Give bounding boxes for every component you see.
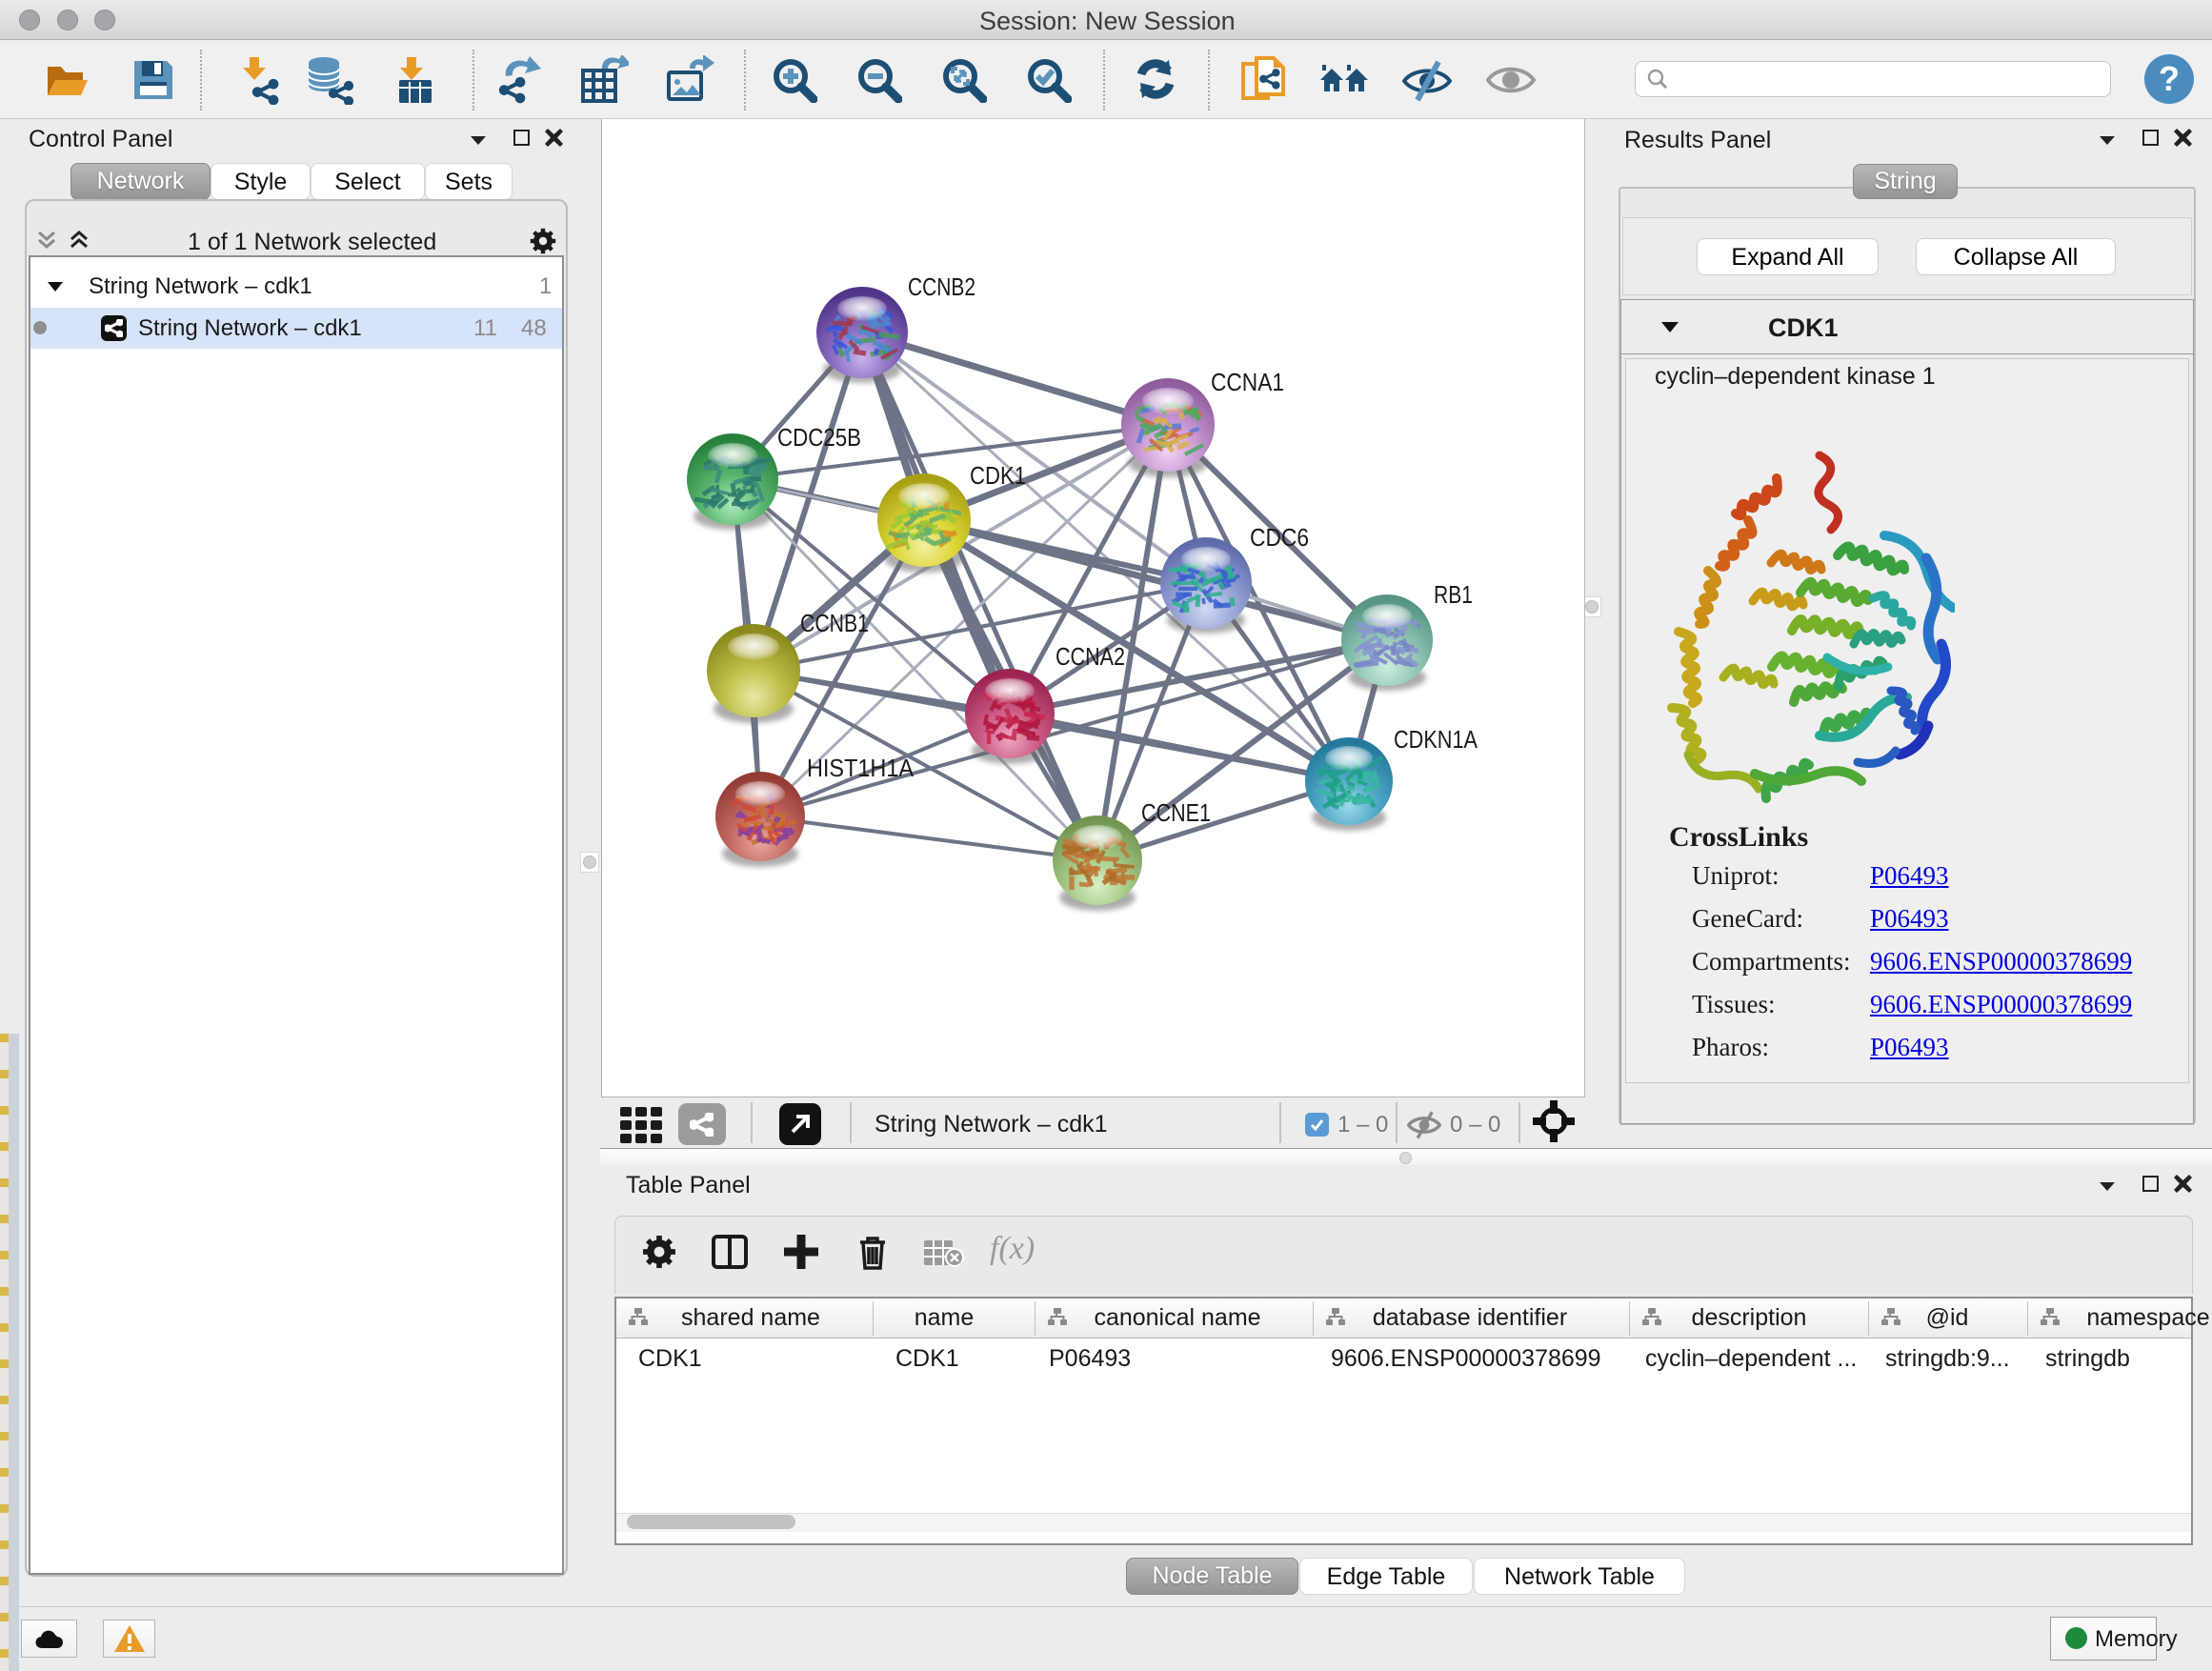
svg-text:CDC25B: CDC25B [777, 423, 861, 452]
svg-text:CDK1: CDK1 [970, 461, 1026, 490]
svg-text:CDC6: CDC6 [1250, 523, 1309, 552]
svg-text:CCNB2: CCNB2 [908, 272, 975, 301]
svg-text:?: ? [2159, 59, 2180, 98]
svg-text:CCNE1: CCNE1 [1141, 798, 1211, 827]
svg-text:HIST1H1A: HIST1H1A [807, 754, 915, 782]
svg-text:RB1: RB1 [1434, 580, 1473, 609]
svg-text:CDKN1A: CDKN1A [1394, 725, 1478, 754]
svg-text:CCNA2: CCNA2 [1056, 642, 1125, 671]
svg-text:CCNA1: CCNA1 [1211, 368, 1284, 396]
svg-text:CCNB1: CCNB1 [800, 609, 869, 637]
